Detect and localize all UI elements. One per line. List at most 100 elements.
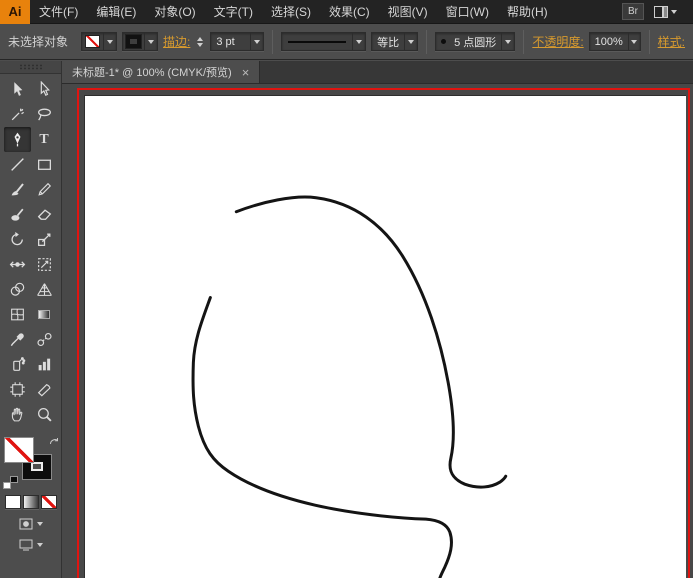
selection-status: 未选择对象 bbox=[8, 35, 69, 49]
document-area: 未标题-1* @ 100% (CMYK/预览) × bbox=[62, 61, 693, 578]
menu-item-select[interactable]: 选择(S) bbox=[262, 0, 320, 24]
profile-uniform-combo[interactable]: 等比 bbox=[371, 32, 419, 51]
menu-item-file[interactable]: 文件(F) bbox=[30, 0, 87, 24]
shape-builder-tool[interactable] bbox=[4, 277, 31, 302]
document-tab[interactable]: 未标题-1* @ 100% (CMYK/预览) × bbox=[62, 61, 261, 83]
opacity-panel-link[interactable]: 不透明度: bbox=[532, 33, 583, 50]
line-segment-tool-icon bbox=[10, 158, 24, 171]
arrange-documents-button[interactable] bbox=[654, 5, 677, 18]
blob-brush-tool-icon bbox=[10, 208, 23, 221]
direct-selection-tool[interactable] bbox=[31, 77, 58, 102]
chevron-down-icon bbox=[631, 39, 638, 44]
menu-item-view[interactable]: 视图(V) bbox=[379, 0, 437, 24]
paintbrush-tool-icon bbox=[11, 183, 24, 196]
stroke-profile-preview-icon bbox=[288, 40, 347, 43]
stroke-weight-combo[interactable]: 3 pt bbox=[210, 32, 265, 51]
column-graph-tool-icon bbox=[38, 358, 50, 371]
swap-colors-button[interactable] bbox=[49, 435, 59, 449]
stroke-panel-link[interactable]: 描边: bbox=[163, 33, 190, 50]
chevron-down-icon bbox=[505, 39, 512, 44]
color-type-buttons bbox=[0, 495, 61, 509]
separator bbox=[426, 29, 428, 54]
illustrator-window: Ai 文件(F) 编辑(E) 对象(O) 文字(T) 选择(S) 效果(C) 视… bbox=[0, 0, 693, 578]
menu-item-edit[interactable]: 编辑(E) bbox=[87, 0, 145, 24]
slice-tool[interactable] bbox=[31, 377, 58, 402]
blob-brush-tool[interactable] bbox=[4, 202, 31, 227]
pen-tool-icon bbox=[14, 132, 20, 147]
selection-tool[interactable] bbox=[4, 77, 31, 102]
menu-item-type[interactable]: 文字(T) bbox=[205, 0, 262, 24]
rectangle-tool-icon bbox=[37, 159, 51, 170]
eyedropper-tool[interactable] bbox=[4, 327, 31, 352]
perspective-grid-tool[interactable] bbox=[31, 277, 58, 302]
artboard-tool[interactable] bbox=[4, 377, 31, 402]
menu-item-object[interactable]: 对象(O) bbox=[145, 0, 204, 24]
artboard[interactable] bbox=[84, 95, 686, 578]
tool-panel-header[interactable] bbox=[0, 61, 61, 74]
artboard-tool-icon bbox=[9, 382, 25, 397]
symbol-sprayer-tool[interactable] bbox=[4, 352, 31, 377]
scale-tool[interactable] bbox=[31, 227, 58, 252]
stroke-weight-stepper[interactable] bbox=[195, 36, 205, 47]
menu-item-window[interactable]: 窗口(W) bbox=[437, 0, 498, 24]
mesh-tool-icon bbox=[10, 308, 24, 321]
type-tool[interactable]: T bbox=[31, 127, 58, 152]
column-graph-tool[interactable] bbox=[31, 352, 58, 377]
separator bbox=[272, 29, 274, 54]
brush-definition-combo[interactable]: 5 点圆形 bbox=[435, 32, 516, 51]
opacity-value: 100% bbox=[594, 35, 623, 48]
stepper-up-icon bbox=[197, 36, 204, 41]
magic-wand-tool-icon bbox=[11, 108, 24, 121]
hand-tool-icon bbox=[11, 407, 22, 422]
paintbrush-tool[interactable] bbox=[4, 177, 31, 202]
slice-tool-icon bbox=[37, 384, 51, 397]
fill-color-swatch[interactable] bbox=[3, 437, 34, 463]
round-brush-preview-icon bbox=[441, 39, 447, 44]
free-transform-tool[interactable] bbox=[31, 252, 58, 277]
rotate-tool[interactable] bbox=[4, 227, 31, 252]
zoom-tool-icon bbox=[37, 408, 52, 422]
stroke-color-combo[interactable] bbox=[122, 32, 159, 51]
menu-bar-right: Br bbox=[622, 3, 693, 20]
stepper-down-icon bbox=[197, 42, 204, 47]
artboard-guide bbox=[77, 88, 690, 578]
magic-wand-tool[interactable] bbox=[4, 102, 31, 127]
screen-mode-button[interactable] bbox=[0, 539, 61, 551]
fill-color-combo[interactable] bbox=[81, 32, 118, 51]
free-transform-tool-icon bbox=[37, 258, 51, 271]
screen-mode-icon bbox=[19, 539, 32, 551]
chevron-down-icon bbox=[36, 543, 43, 547]
color-button[interactable] bbox=[4, 495, 21, 509]
width-tool[interactable] bbox=[4, 252, 31, 277]
control-bar: 未选择对象 描边: 3 pt 等比 5 点圆形 不透明度: 100% 样式: bbox=[0, 24, 693, 60]
menu-item-help[interactable]: 帮助(H) bbox=[498, 0, 557, 24]
gradient-button[interactable] bbox=[22, 495, 39, 509]
gradient-tool[interactable] bbox=[31, 302, 58, 327]
opacity-combo[interactable]: 100% bbox=[588, 32, 641, 51]
style-panel-link[interactable]: 样式: bbox=[658, 33, 685, 50]
mesh-tool[interactable] bbox=[4, 302, 31, 327]
line-segment-tool[interactable] bbox=[4, 152, 31, 177]
eraser-tool[interactable] bbox=[31, 202, 58, 227]
hand-tool[interactable] bbox=[4, 402, 31, 427]
menu-item-effect[interactable]: 效果(C) bbox=[320, 0, 379, 24]
default-colors-button[interactable] bbox=[2, 476, 18, 489]
variable-width-profile-combo[interactable] bbox=[281, 32, 367, 51]
default-stroke-icon bbox=[9, 476, 18, 483]
pencil-tool[interactable] bbox=[31, 177, 58, 202]
direct-selection-tool-icon bbox=[40, 81, 50, 97]
separator bbox=[648, 29, 650, 54]
bridge-button[interactable]: Br bbox=[622, 3, 644, 20]
none-button[interactable] bbox=[40, 495, 57, 509]
rectangle-tool[interactable] bbox=[31, 152, 58, 177]
pen-tool[interactable] bbox=[3, 127, 31, 152]
blend-tool-icon bbox=[36, 332, 52, 347]
stroke-dropdown-arrow bbox=[144, 33, 157, 50]
zoom-tool[interactable] bbox=[31, 402, 58, 427]
drawing-mode-button[interactable] bbox=[0, 518, 61, 530]
lasso-tool[interactable] bbox=[31, 102, 58, 127]
blend-tool[interactable] bbox=[31, 327, 58, 352]
tab-close-button[interactable]: × bbox=[242, 66, 250, 79]
symbol-sprayer-tool-icon bbox=[12, 357, 25, 371]
canvas[interactable] bbox=[62, 84, 693, 578]
